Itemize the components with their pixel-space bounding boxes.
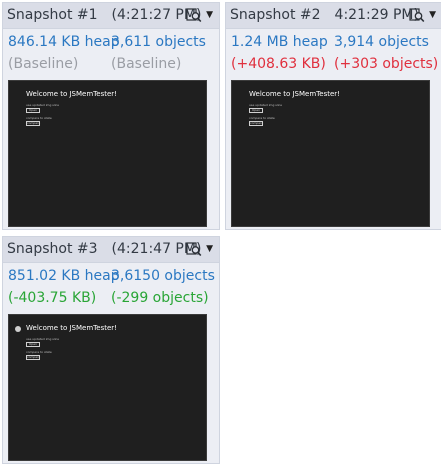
heap-size-link[interactable]: 846.14 KB heap	[8, 34, 120, 50]
snapshot-name: Snapshot #2	[230, 7, 321, 23]
preview-label: use updated img slice	[26, 103, 60, 107]
snapshot-screenshot-preview: Welcome to JSMemTester! use updated img …	[231, 80, 430, 227]
snapshot-name: Snapshot #3	[7, 241, 98, 257]
compare-snapshots-icon[interactable]	[409, 8, 425, 23]
objects-delta: (-299 objects)	[111, 290, 209, 306]
preview-label: use updated img slice	[26, 337, 60, 341]
dropdown-arrow-icon[interactable]: ▼	[429, 11, 436, 20]
objects-delta: (Baseline)	[111, 56, 182, 72]
snapshot-header: Snapshot #2 4:21:29 PM) ▼	[226, 3, 441, 29]
preview-button: Open	[26, 342, 40, 347]
snapshot-header: Snapshot #1 (4:21:27 PM) ▼	[3, 3, 219, 29]
heap-delta: (-403.75 KB)	[8, 290, 97, 306]
preview-button: compare	[26, 355, 41, 360]
snapshot-header: Snapshot #3 (4:21:47 PM) ▼	[3, 237, 219, 263]
snapshot-time: 4:21:29 PM)	[334, 7, 419, 23]
object-count-link[interactable]: 3,6150 objects	[111, 268, 215, 284]
preview-app-title: Welcome to JSMemTester!	[26, 324, 117, 332]
heap-size-link[interactable]: 851.02 KB heap	[8, 268, 120, 284]
snapshot-name: Snapshot #1	[7, 7, 98, 23]
compare-snapshots-icon[interactable]	[186, 242, 202, 257]
snapshot-screenshot-preview: Welcome to JSMemTester! use updated img …	[8, 314, 207, 461]
dropdown-arrow-icon[interactable]: ▼	[206, 11, 213, 20]
preview-button: compare	[26, 121, 41, 126]
object-count-link[interactable]: 3,914 objects	[334, 34, 429, 50]
preview-button: Open	[249, 108, 263, 113]
heap-size-link[interactable]: 1.24 MB heap	[231, 34, 328, 50]
snapshot-tile-2[interactable]: Snapshot #2 4:21:29 PM) ▼ 1.24 MB heap 3,…	[225, 2, 441, 230]
preview-label: compare to state	[26, 350, 52, 354]
preview-button: compare	[249, 121, 264, 126]
snapshot-title: Snapshot #2 4:21:29 PM)	[230, 7, 419, 23]
compare-snapshots-icon[interactable]	[186, 8, 202, 23]
snapshot-tile-3[interactable]: Snapshot #3 (4:21:47 PM) ▼ 851.02 KB heap…	[2, 236, 220, 464]
back-arrow-icon	[15, 326, 21, 332]
preview-app-title: Welcome to JSMemTester!	[26, 90, 117, 98]
preview-app-title: Welcome to JSMemTester!	[249, 90, 340, 98]
object-count-link[interactable]: 3,611 objects	[111, 34, 206, 50]
snapshot-title: Snapshot #3 (4:21:47 PM)	[7, 241, 201, 257]
snapshot-screenshot-preview: Welcome to JSMemTester! use updated img …	[8, 80, 207, 227]
snapshot-title: Snapshot #1 (4:21:27 PM)	[7, 7, 201, 23]
objects-delta: (+303 objects)	[334, 56, 439, 72]
snapshot-tile-1[interactable]: Snapshot #1 (4:21:27 PM) ▼ 846.14 KB heap…	[2, 2, 220, 230]
preview-button: Open	[26, 108, 40, 113]
heap-delta: (+408.63 KB)	[231, 56, 326, 72]
preview-label: compare to state	[26, 116, 52, 120]
heap-delta: (Baseline)	[8, 56, 79, 72]
dropdown-arrow-icon[interactable]: ▼	[206, 245, 213, 254]
preview-label: use updated img slice	[249, 103, 283, 107]
preview-label: compare to state	[249, 116, 275, 120]
